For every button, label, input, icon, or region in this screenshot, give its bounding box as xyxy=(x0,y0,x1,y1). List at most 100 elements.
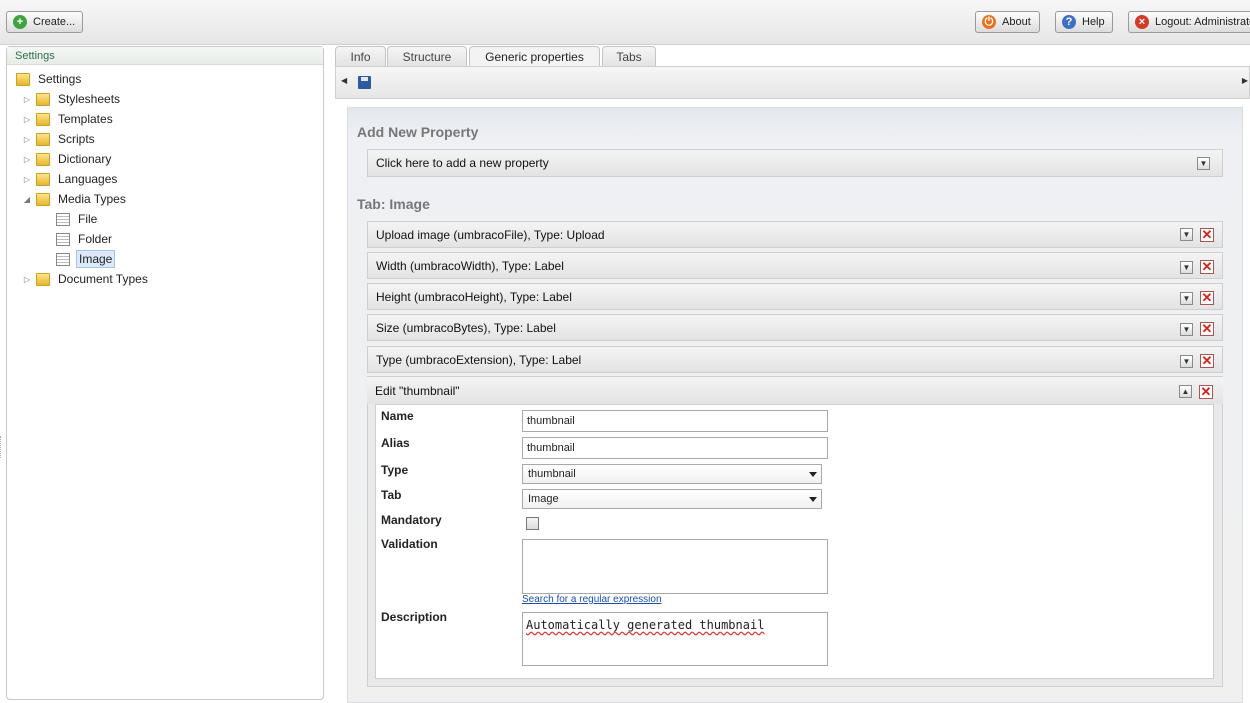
editor-toolbar: ◀ ▶ xyxy=(335,66,1250,99)
tab-structure[interactable]: Structure xyxy=(387,46,467,67)
tree-item-folder[interactable]: Folder xyxy=(56,230,114,248)
delete-icon[interactable]: ✕ xyxy=(1200,322,1214,336)
folder-icon xyxy=(36,172,50,186)
tree-item-document-types[interactable]: ▷ Document Types xyxy=(22,270,150,288)
tab-select[interactable]: Image xyxy=(522,489,822,509)
description-label: Description xyxy=(381,610,448,624)
tree-label: Settings xyxy=(38,72,82,86)
tree-item-templates[interactable]: ▷ Templates xyxy=(22,110,115,128)
add-property-label: Click here to add a new property xyxy=(376,156,549,170)
chevron-down-icon[interactable]: ▼ xyxy=(1180,323,1193,336)
mandatory-checkbox[interactable] xyxy=(526,517,539,530)
create-label: Create... xyxy=(33,16,76,28)
property-row-upload-image[interactable]: Upload image (umbracoFile), Type: Upload… xyxy=(367,221,1223,248)
name-field[interactable]: thumbnail xyxy=(522,410,828,432)
mandatory-label: Mandatory xyxy=(381,513,442,527)
media-type-icon xyxy=(56,252,70,266)
delete-icon[interactable]: ✕ xyxy=(1200,354,1214,368)
tab-label: Info xyxy=(350,50,371,64)
tab-info[interactable]: Info xyxy=(335,46,386,67)
tree-item-stylesheets[interactable]: ▷ Stylesheets xyxy=(22,90,122,108)
tree-label: Dictionary xyxy=(58,152,112,166)
scroll-right-icon[interactable]: ▶ xyxy=(1242,76,1248,85)
expand-arrow-icon[interactable]: ▷ xyxy=(22,155,32,164)
tree-label: Document Types xyxy=(58,272,148,286)
tree-label: Image xyxy=(76,250,116,268)
power-icon: ⏻ xyxy=(982,15,996,29)
save-icon[interactable] xyxy=(358,76,371,89)
chevron-down-icon[interactable]: ▼ xyxy=(1180,292,1193,305)
tab-select-value: Image xyxy=(528,493,559,505)
tree-item-languages[interactable]: ▷ Languages xyxy=(22,170,119,188)
about-button[interactable]: ⏻ About xyxy=(975,11,1040,33)
tab-tabs[interactable]: Tabs xyxy=(602,46,656,67)
tree-label: Stylesheets xyxy=(58,92,121,106)
collapse-arrow-icon[interactable]: ◢ xyxy=(22,195,32,204)
delete-icon[interactable]: ✕ xyxy=(1199,385,1213,399)
validation-textarea[interactable] xyxy=(522,539,828,594)
tree-label: File xyxy=(78,212,98,226)
expand-arrow-icon[interactable]: ▷ xyxy=(22,135,32,144)
expand-arrow-icon[interactable]: ▷ xyxy=(22,115,32,124)
add-property-row[interactable]: Click here to add a new property ▼ xyxy=(367,149,1223,177)
expand-arrow-icon[interactable]: ▷ xyxy=(22,175,32,184)
edit-property-header[interactable]: Edit "thumbnail" ▲ ✕ xyxy=(367,377,1223,404)
close-circle-icon: × xyxy=(1135,15,1149,29)
delete-icon[interactable]: ✕ xyxy=(1200,291,1214,305)
validation-label: Validation xyxy=(381,537,438,551)
help-button[interactable]: ? Help xyxy=(1055,11,1113,33)
tree-label: Languages xyxy=(58,172,118,186)
type-label: Type xyxy=(381,463,409,477)
expand-arrow-icon[interactable]: ▷ xyxy=(22,275,32,284)
add-property-title: Add New Property xyxy=(357,124,479,140)
delete-icon[interactable]: ✕ xyxy=(1200,228,1214,242)
tree-label: Folder xyxy=(78,232,113,246)
property-row-type[interactable]: Type (umbracoExtension), Type: Label ▼ ✕ xyxy=(367,346,1223,373)
property-label: Width (umbracoWidth), Type: Label xyxy=(376,258,564,273)
chevron-down-icon[interactable]: ▼ xyxy=(1180,261,1193,274)
property-row-height[interactable]: Height (umbracoHeight), Type: Label ▼ ✕ xyxy=(367,283,1223,310)
expand-arrow-icon[interactable]: ▷ xyxy=(22,95,32,104)
about-label: About xyxy=(1002,16,1031,28)
tree-root-settings[interactable]: Settings xyxy=(16,70,83,88)
tab-label: Generic properties xyxy=(485,50,584,64)
help-label: Help xyxy=(1082,16,1105,28)
logout-button[interactable]: × Logout: Administrator xyxy=(1128,11,1250,33)
chevron-down-icon[interactable]: ▼ xyxy=(1180,228,1193,241)
tree-label: Scripts xyxy=(58,132,95,146)
type-select-value: thumbnail xyxy=(528,468,576,480)
chevron-down-icon[interactable]: ▼ xyxy=(1180,355,1193,368)
create-button[interactable]: + Create... xyxy=(6,11,83,33)
tree-item-file[interactable]: File xyxy=(56,210,99,228)
top-toolbar: + Create... ⏻ About ? Help × Logout: Adm… xyxy=(0,0,1250,45)
tab-generic-properties[interactable]: Generic properties xyxy=(469,46,600,67)
alias-field[interactable]: thumbnail xyxy=(522,437,828,459)
folder-icon xyxy=(16,72,30,86)
tree-item-image[interactable]: Image xyxy=(56,250,116,268)
delete-icon[interactable]: ✕ xyxy=(1200,260,1214,274)
folder-icon xyxy=(36,272,50,286)
chevron-up-icon[interactable]: ▲ xyxy=(1179,385,1192,398)
property-label: Upload image (umbracoFile), Type: Upload xyxy=(376,227,605,242)
tree-item-scripts[interactable]: ▷ Scripts xyxy=(22,130,97,148)
property-row-size[interactable]: Size (umbracoBytes), Type: Label ▼ ✕ xyxy=(367,314,1223,341)
description-textarea[interactable]: Automatically generated thumbnail xyxy=(522,612,828,666)
panel-splitter[interactable] xyxy=(0,436,4,458)
tab-label: Structure xyxy=(402,50,452,64)
alias-label: Alias xyxy=(381,436,410,450)
property-row-width[interactable]: Width (umbracoWidth), Type: Label ▼ ✕ xyxy=(367,252,1223,279)
type-select[interactable]: thumbnail xyxy=(522,464,822,484)
panel-header: Settings xyxy=(7,47,323,65)
name-label: Name xyxy=(381,409,414,423)
folder-icon xyxy=(36,132,50,146)
folder-icon xyxy=(36,92,50,106)
dropdown-arrow-icon xyxy=(809,472,817,477)
tree-label: Templates xyxy=(58,112,113,126)
tab-image-title: Tab: Image xyxy=(357,196,430,212)
logout-label: Logout: Administrator xyxy=(1155,16,1250,28)
tree-item-dictionary[interactable]: ▷ Dictionary xyxy=(22,150,113,168)
scroll-left-icon[interactable]: ◀ xyxy=(341,76,347,85)
chevron-down-icon[interactable]: ▼ xyxy=(1197,157,1210,170)
regex-search-link[interactable]: Search for a regular expression xyxy=(522,594,662,605)
tree-item-media-types[interactable]: ◢ Media Types xyxy=(22,190,128,208)
